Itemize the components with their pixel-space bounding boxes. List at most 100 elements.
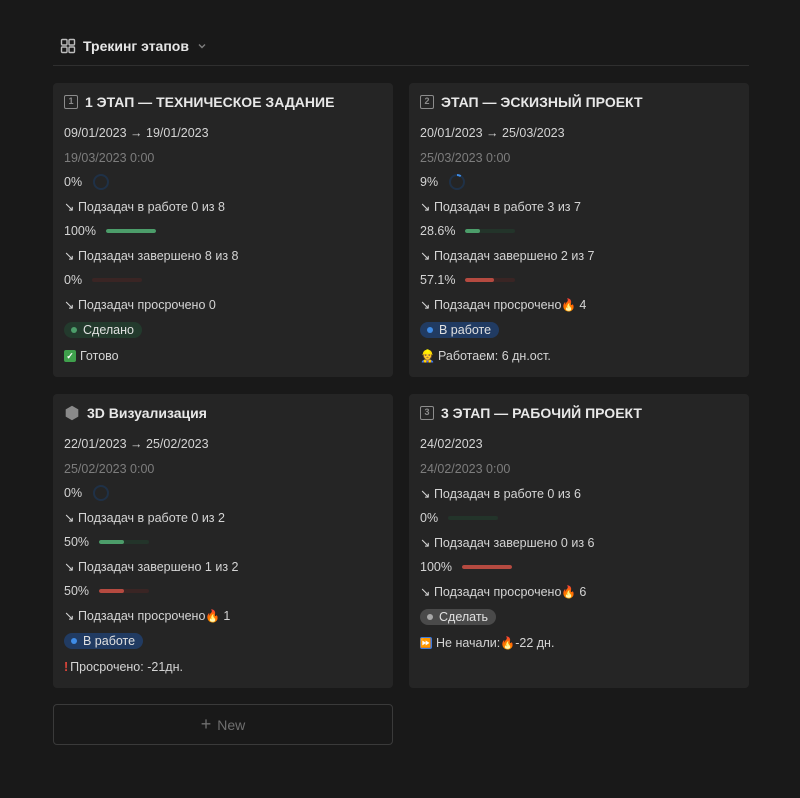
in-work-progress: 0% bbox=[64, 481, 382, 505]
overdue-bar-fill bbox=[461, 565, 512, 569]
fire-icon: 🔥 bbox=[205, 608, 221, 623]
construction-worker-icon: 👷 bbox=[420, 348, 435, 363]
status-dot bbox=[427, 327, 433, 333]
overdue-count: 1 bbox=[223, 608, 231, 623]
status-badge[interactable]: Сделать bbox=[420, 609, 497, 625]
card-title-text: 3 ЭТАП — РАБОЧИЙ ПРОЕКТ bbox=[441, 405, 642, 421]
gallery-card[interactable]: 1 1 ЭТАП — ТЕХНИЧЕСКОЕ ЗАДАНИЕ 09/01/202… bbox=[53, 83, 393, 377]
overdue-text: ↘ Подзадач просрочено 🔥 1 bbox=[64, 603, 382, 628]
gallery-card[interactable]: 2 ЭТАП — ЭСКИЗНЫЙ ПРОЕКТ 20/01/2023 → 25… bbox=[409, 83, 749, 377]
note-row: ⏩ Не начали: 🔥 -22 дн. bbox=[420, 630, 738, 655]
overdue-progress: 57.1% bbox=[420, 268, 738, 292]
overdue-percent: 57.1% bbox=[420, 273, 456, 287]
overdue-text: ↘ Подзадач просрочено 0 bbox=[64, 298, 216, 312]
done-bar-fill bbox=[465, 229, 480, 233]
card-title: 1 1 ЭТАП — ТЕХНИЧЕСКОЕ ЗАДАНИЕ bbox=[64, 94, 382, 110]
progress-ring-track bbox=[93, 174, 110, 190]
plus-icon: + bbox=[200, 713, 212, 734]
overdue-label: ↘ Подзадач просрочено bbox=[64, 609, 206, 623]
in-work-progress: 0% bbox=[64, 170, 382, 194]
status-badge[interactable]: Сделано bbox=[64, 322, 142, 338]
in-work-percent: 0% bbox=[64, 175, 83, 189]
number-1-icon: 1 bbox=[64, 95, 78, 109]
status-label: Сделать bbox=[439, 610, 489, 624]
database-header: Трекинг этапов bbox=[60, 36, 207, 56]
overdue-progress: 50% bbox=[64, 579, 382, 603]
deadline: 25/02/2023 0:00 bbox=[64, 461, 155, 476]
note-text: Работаем: 6 дн.ост. bbox=[437, 348, 551, 363]
status-badge[interactable]: В работе bbox=[64, 633, 144, 649]
overdue-progress: 0% bbox=[64, 268, 382, 292]
in-work-text: ↘ Подзадач в работе 0 из 8 bbox=[64, 200, 225, 214]
fire-icon: 🔥 bbox=[561, 584, 577, 599]
done-bar bbox=[465, 229, 516, 233]
card-title: 3D Визуализация bbox=[64, 405, 382, 421]
date-range: 24/02/2023 bbox=[420, 436, 483, 451]
done-progress: 100% bbox=[64, 219, 382, 243]
overdue-bar-fill bbox=[465, 278, 494, 282]
overdue-count: 6 bbox=[579, 584, 587, 599]
deadline: 19/03/2023 0:00 bbox=[64, 150, 155, 165]
overdue-progress: 100% bbox=[420, 555, 738, 579]
overdue-label: ↘ Подзадач просрочено bbox=[420, 585, 562, 599]
note-text: Просрочено: -21дн. bbox=[70, 659, 183, 674]
progress-ring bbox=[93, 174, 110, 190]
in-work-percent: 0% bbox=[64, 486, 83, 500]
date-range: 22/01/2023 → 25/02/2023 bbox=[64, 436, 209, 451]
deadline: 25/03/2023 0:00 bbox=[420, 150, 511, 165]
date-range: 20/01/2023 → 25/03/2023 bbox=[420, 125, 565, 140]
in-work-percent: 9% bbox=[420, 175, 439, 189]
note-row: 👷 Работаем: 6 дн.ост. bbox=[420, 343, 738, 368]
status-dot bbox=[71, 327, 77, 333]
overdue-percent: 100% bbox=[420, 560, 452, 574]
done-percent: 100% bbox=[64, 224, 96, 238]
number-3-icon: 3 bbox=[420, 406, 434, 420]
progress-ring-track bbox=[449, 174, 466, 190]
card-title: 2 ЭТАП — ЭСКИЗНЫЙ ПРОЕКТ bbox=[420, 94, 738, 110]
overdue-label: ↘ Подзадач просрочено bbox=[420, 298, 562, 312]
overdue-bar bbox=[465, 278, 516, 282]
done-text: ↘ Подзадач завершено 8 из 8 bbox=[64, 249, 239, 263]
status-row: В работе bbox=[420, 317, 738, 343]
new-button-label: New bbox=[217, 716, 246, 733]
overdue-bar bbox=[92, 278, 143, 282]
view-title[interactable]: Трекинг этапов bbox=[83, 38, 189, 54]
new-card-button[interactable]: + New bbox=[53, 704, 393, 745]
status-badge[interactable]: В работе bbox=[420, 322, 500, 338]
overdue-bar bbox=[461, 565, 512, 569]
done-percent: 0% bbox=[420, 511, 439, 525]
overdue-bar-fill bbox=[99, 589, 125, 593]
note-row: ! Просрочено: -21дн. bbox=[64, 654, 382, 679]
gallery-card[interactable]: 3D Визуализация 22/01/2023 → 25/02/2023 … bbox=[53, 394, 393, 688]
done-bar bbox=[448, 516, 499, 520]
progress-ring bbox=[449, 174, 466, 190]
done-bar-fill bbox=[105, 229, 156, 233]
done-bar-fill bbox=[99, 540, 125, 544]
chevron-down-icon[interactable] bbox=[197, 41, 207, 51]
fire-icon: 🔥 bbox=[500, 635, 516, 650]
progress-ring-track bbox=[93, 485, 110, 501]
done-progress: 0% bbox=[420, 506, 738, 530]
done-percent: 28.6% bbox=[420, 224, 456, 238]
status-label: В работе bbox=[83, 634, 136, 648]
overdue-percent: 0% bbox=[64, 273, 83, 287]
overdue-count: 4 bbox=[579, 297, 587, 312]
done-text: ↘ Подзадач завершено 0 из 6 bbox=[420, 536, 595, 550]
overdue-bar bbox=[99, 589, 150, 593]
card-title: 3 3 ЭТАП — РАБОЧИЙ ПРОЕКТ bbox=[420, 405, 738, 421]
done-progress: 50% bbox=[64, 530, 382, 554]
note-text: Не начали: bbox=[436, 635, 501, 650]
exclamation-icon: ! bbox=[64, 659, 69, 674]
card-title-text: 3D Визуализация bbox=[87, 405, 207, 421]
header-divider bbox=[53, 65, 749, 66]
in-work-text: ↘ Подзадач в работе 3 из 7 bbox=[420, 200, 581, 214]
status-label: Сделано bbox=[83, 323, 134, 337]
done-text: ↘ Подзадач завершено 2 из 7 bbox=[420, 249, 595, 263]
fast-forward-icon: ⏩ bbox=[420, 636, 432, 649]
overdue-text: ↘ Подзадач просрочено 🔥 6 bbox=[420, 579, 738, 604]
done-bar bbox=[105, 229, 156, 233]
done-progress: 28.6% bbox=[420, 219, 738, 243]
overdue-text: ↘ Подзадач просрочено 🔥 4 bbox=[420, 292, 738, 317]
done-text: ↘ Подзадач завершено 1 из 2 bbox=[64, 560, 239, 574]
gallery-card[interactable]: 3 3 ЭТАП — РАБОЧИЙ ПРОЕКТ 24/02/2023 24/… bbox=[409, 394, 749, 688]
